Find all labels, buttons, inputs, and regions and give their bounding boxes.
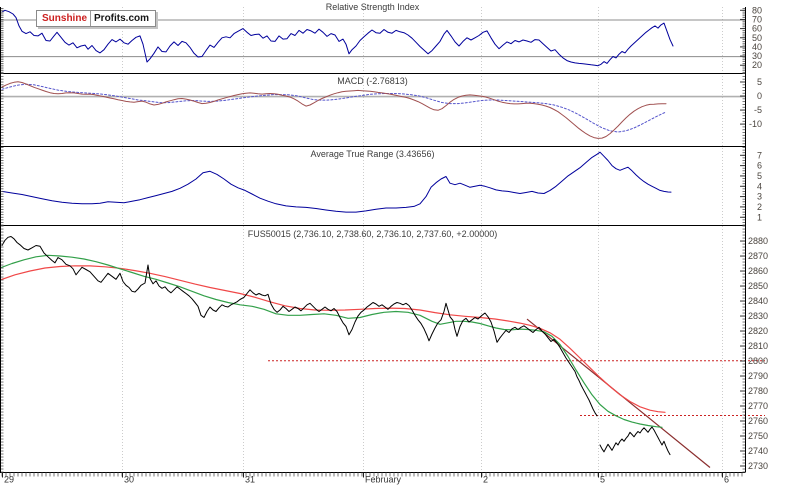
logo-profits-text: Profits.com	[94, 13, 150, 24]
date-label-31: 31	[245, 475, 255, 485]
price-tick-label-2820: 2820	[748, 326, 768, 336]
macd-signal-line	[1, 83, 667, 133]
date-label-February: February	[365, 475, 402, 485]
atr-tick-label-2: 2	[757, 202, 762, 212]
date-label-30: 30	[124, 475, 134, 485]
ma-slow-line	[0, 265, 666, 413]
price-tick-label-2730: 2730	[748, 461, 768, 471]
macd-tick-label--10: -10	[749, 119, 762, 129]
macd-tick-label--5: -5	[754, 105, 762, 115]
chart-root: 80 70 60 50 40 30 20 5 0 -5 -10 7 6 5 4 3 2 1 2880 2870 2860…	[0, 0, 800, 485]
atr-tick-label-3: 3	[757, 192, 762, 202]
macd-line	[1, 81, 667, 139]
atr-line	[1, 151, 672, 213]
price-tick-label-2800: 2800	[748, 356, 768, 366]
price-line	[1, 236, 598, 417]
date-label-29: 29	[4, 475, 14, 485]
atr-tick-label-6: 6	[757, 161, 762, 171]
atr-tick-label-1: 1	[757, 212, 762, 222]
date-label-6: 6	[724, 475, 729, 485]
price-tick-label-2830: 2830	[748, 311, 768, 321]
date-label-5: 5	[600, 475, 605, 485]
atr-tick-label-7: 7	[757, 150, 762, 160]
price-tick-label-2850: 2850	[748, 281, 768, 291]
macd-tick-label-5: 5	[757, 77, 762, 87]
price-tick-label-2750: 2750	[748, 431, 768, 441]
price-tick-label-2840: 2840	[748, 296, 768, 306]
price-tick-label-2810: 2810	[748, 341, 768, 351]
atr-tick-label-5: 5	[757, 171, 762, 181]
date-label-2: 2	[483, 475, 488, 485]
price-line-feb5	[599, 426, 671, 456]
price-tick-label-2760: 2760	[748, 416, 768, 426]
price-tick-label-2770: 2770	[748, 401, 768, 411]
macd-tick-label-0: 0	[757, 91, 762, 101]
logo-sunshine-text: Sunshine	[42, 13, 88, 24]
chart-canvas: 8070605040302050-5-107654321288028702860…	[0, 5, 768, 485]
price-tick-label-2790: 2790	[748, 371, 768, 381]
price-tick-label-2870: 2870	[748, 251, 768, 261]
price-tick-label-2740: 2740	[748, 446, 768, 456]
rsi-tick-label-20: 20	[752, 60, 762, 70]
price-tick-label-2780: 2780	[748, 386, 768, 396]
sunshineprofits-logo[interactable]: Sunshine Profits.com	[36, 10, 157, 27]
price-tick-label-2860: 2860	[748, 266, 768, 276]
atr-tick-label-4: 4	[757, 181, 762, 191]
price-tick-label-2880: 2880	[748, 236, 768, 246]
